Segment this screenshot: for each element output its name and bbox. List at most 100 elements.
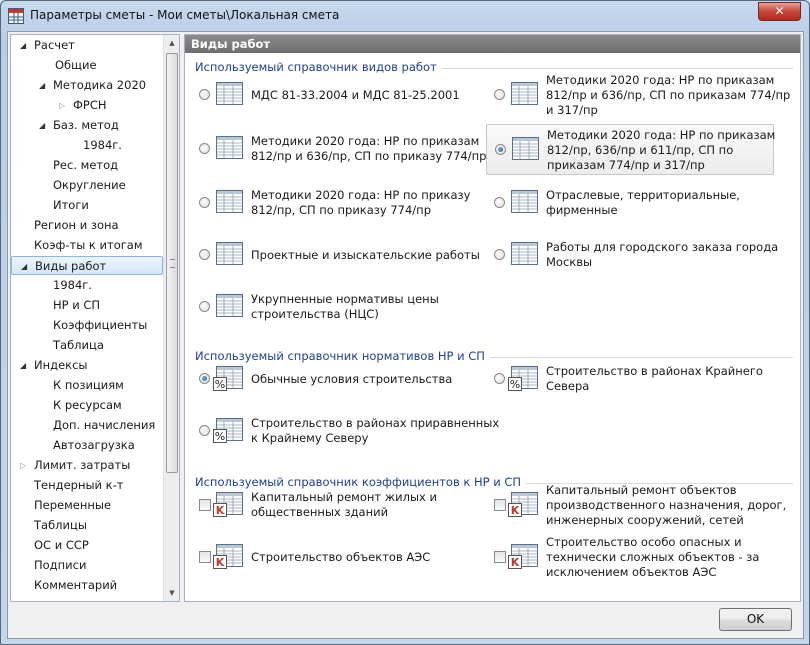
option-label: Капитальный ремонт объектов производствен…	[546, 482, 787, 527]
tree-item[interactable]: Округление	[11, 176, 163, 195]
work-types-panel: Виды работ Используемый справочник видов…	[184, 34, 801, 602]
tree-item[interactable]: Коэф-ты к итогам	[11, 236, 163, 255]
tree-item[interactable]: Итоги	[11, 196, 163, 215]
tree-scrollbar[interactable]: ▲ ▼	[163, 35, 179, 601]
radio-button[interactable]	[199, 197, 210, 208]
table-icon	[216, 190, 243, 213]
checkbox-option[interactable]: K Строительство особо опасных и технически…	[486, 532, 774, 583]
tree-item-label: НР и СП	[53, 298, 101, 312]
settings-tree: ◢ Расчет Общие ◢ Методика 2020 ▷ ФРСН ◢ Баз. мет…	[10, 34, 180, 602]
checkbox-option[interactable]: K Капитальный ремонт объектов производстве…	[486, 480, 786, 531]
radio-button[interactable]	[495, 144, 506, 155]
percent-table-icon: %	[508, 366, 538, 391]
checkbox[interactable]	[494, 499, 506, 511]
tree-item[interactable]: Автозагрузка	[11, 436, 163, 455]
radio-button[interactable]	[494, 197, 505, 208]
tree-expanded-arrow-icon[interactable]: ◢	[20, 356, 26, 375]
tree-item[interactable]: Переменные	[11, 496, 163, 515]
tree-item[interactable]: Тендерный к-т	[11, 476, 163, 495]
radio-option[interactable]: Проектные и изыскательские работы	[191, 240, 480, 270]
tree-item-label: К ресурсам	[53, 398, 122, 412]
window-title: Параметры сметы - Мои сметы\Локальная см…	[30, 8, 340, 22]
option-label: Методики 2020 года: НР по приказу 812/пр,…	[251, 188, 471, 217]
k-table-icon: K	[213, 492, 243, 517]
ok-button[interactable]: OK	[719, 608, 792, 631]
tree-item[interactable]: Коэффициенты	[11, 316, 163, 335]
checkbox[interactable]	[494, 551, 506, 563]
tree-item[interactable]: Регион и зона	[11, 216, 163, 235]
tree-item[interactable]: ◢ Индексы	[11, 356, 163, 375]
radio-button[interactable]	[494, 249, 505, 260]
tree-item[interactable]: ▷ ФРСН	[11, 96, 163, 115]
radio-button[interactable]	[199, 143, 210, 154]
scroll-thumb[interactable]	[166, 53, 178, 473]
scroll-up-arrow-icon[interactable]: ▲	[164, 35, 179, 51]
table-icon	[512, 137, 539, 160]
tree-item[interactable]: К позициям	[11, 376, 163, 395]
tree-item[interactable]: Комментарий	[11, 576, 163, 595]
group-title: Используемый справочник видов работ	[195, 60, 442, 74]
tree-item[interactable]: ◢ Методика 2020	[11, 76, 163, 95]
tree-expanded-arrow-icon[interactable]: ◢	[39, 116, 45, 135]
svg-text:%: %	[510, 378, 520, 391]
tree-item[interactable]: Таблицы	[11, 516, 163, 535]
k-table-icon: K	[508, 544, 538, 569]
tree-item[interactable]: К ресурсам	[11, 396, 163, 415]
option-label: Обычные условия строительства	[251, 371, 453, 386]
tree-expanded-arrow-icon[interactable]: ◢	[39, 76, 45, 95]
radio-button[interactable]	[494, 89, 505, 100]
radio-button[interactable]	[199, 425, 210, 436]
radio-option[interactable]: Укрупненные нормативы цены строительства …	[191, 289, 479, 325]
group-title: Используемый справочник нормативов НР и …	[195, 349, 490, 363]
tree-item[interactable]: ОС и ССР	[11, 536, 163, 555]
tree-item[interactable]: 1984г.	[11, 276, 163, 295]
calculator-grid-icon	[8, 8, 24, 24]
tree-item[interactable]: Таблица	[11, 336, 163, 355]
radio-option[interactable]: % Обычные условия строительства	[191, 364, 479, 394]
scroll-down-arrow-icon[interactable]: ▼	[164, 585, 179, 601]
tree-item[interactable]: Общие	[11, 56, 163, 75]
radio-button[interactable]	[199, 89, 210, 100]
checkbox-option[interactable]: K Капитальный ремонт жилых и общественных …	[191, 487, 479, 523]
tree-item-label: Доп. начисления	[53, 418, 156, 432]
tree-item[interactable]: 1984г.	[11, 136, 163, 155]
radio-button[interactable]	[199, 249, 210, 260]
tree-expanded-arrow-icon[interactable]: ◢	[21, 257, 27, 276]
tree-item[interactable]: НР и СП	[11, 296, 163, 315]
checkbox-option[interactable]: K Строительство объектов АЭС	[191, 542, 479, 572]
tree-item-label: Баз. метод	[53, 118, 119, 132]
tree-item-label: Рес. метод	[53, 158, 119, 172]
radio-option[interactable]: Методики 2020 года: НР по приказам 812/пр…	[191, 131, 486, 167]
close-button[interactable]: ✕	[758, 2, 801, 21]
percent-table-icon: %	[213, 366, 243, 391]
title-bar[interactable]: Параметры сметы - Мои сметы\Локальная см…	[1, 1, 809, 31]
tree-item[interactable]: Подписи	[11, 556, 163, 575]
option-label: Строительство в районах приравненных к Кр…	[251, 416, 500, 445]
radio-option[interactable]: Работы для городского заказа города Москв…	[486, 237, 778, 273]
radio-button[interactable]	[199, 301, 210, 312]
radio-option[interactable]: Методики 2020 года: НР по приказам 812/пр…	[486, 70, 790, 121]
tree-item[interactable]: ◢ Виды работ	[11, 256, 163, 275]
tree-item[interactable]: ◢ Баз. метод	[11, 116, 163, 135]
tree-item-label: Округление	[53, 178, 126, 192]
tree-item[interactable]: Доп. начисления	[11, 416, 163, 435]
radio-option[interactable]: Методики 2020 года: НР по приказу 812/пр,…	[191, 185, 479, 221]
checkbox[interactable]	[199, 551, 211, 563]
radio-option[interactable]: % Строительство в районах приравненных к К…	[191, 413, 499, 449]
radio-option[interactable]: % Строительство в районах Крайнего Севера	[486, 361, 774, 397]
radio-option[interactable]: МДС 81-33.2004 и МДС 81-25.2001	[191, 80, 479, 110]
tree-item[interactable]: Рес. метод	[11, 156, 163, 175]
checkbox[interactable]	[199, 499, 211, 511]
radio-button[interactable]	[199, 373, 210, 384]
option-label: Строительство в районах Крайнего Севера	[546, 364, 763, 393]
tree-expanded-arrow-icon[interactable]: ◢	[20, 36, 26, 55]
option-label: Проектные и изыскательские работы	[251, 247, 480, 262]
tree-item[interactable]: ◢ Расчет	[11, 36, 163, 55]
tree-collapsed-arrow-icon[interactable]: ▷	[59, 96, 65, 115]
tree-collapsed-arrow-icon[interactable]: ▷	[20, 456, 26, 475]
radio-button[interactable]	[494, 373, 505, 384]
radio-option[interactable]: Отраслевые, территориальные, фирменные	[486, 185, 774, 221]
radio-option[interactable]: Методики 2020 года: НР по приказам 812/пр…	[486, 123, 775, 175]
tree-item[interactable]: ▷ Лимит. затраты	[11, 456, 163, 475]
option-label: Строительство особо опасных и технически …	[546, 534, 760, 579]
